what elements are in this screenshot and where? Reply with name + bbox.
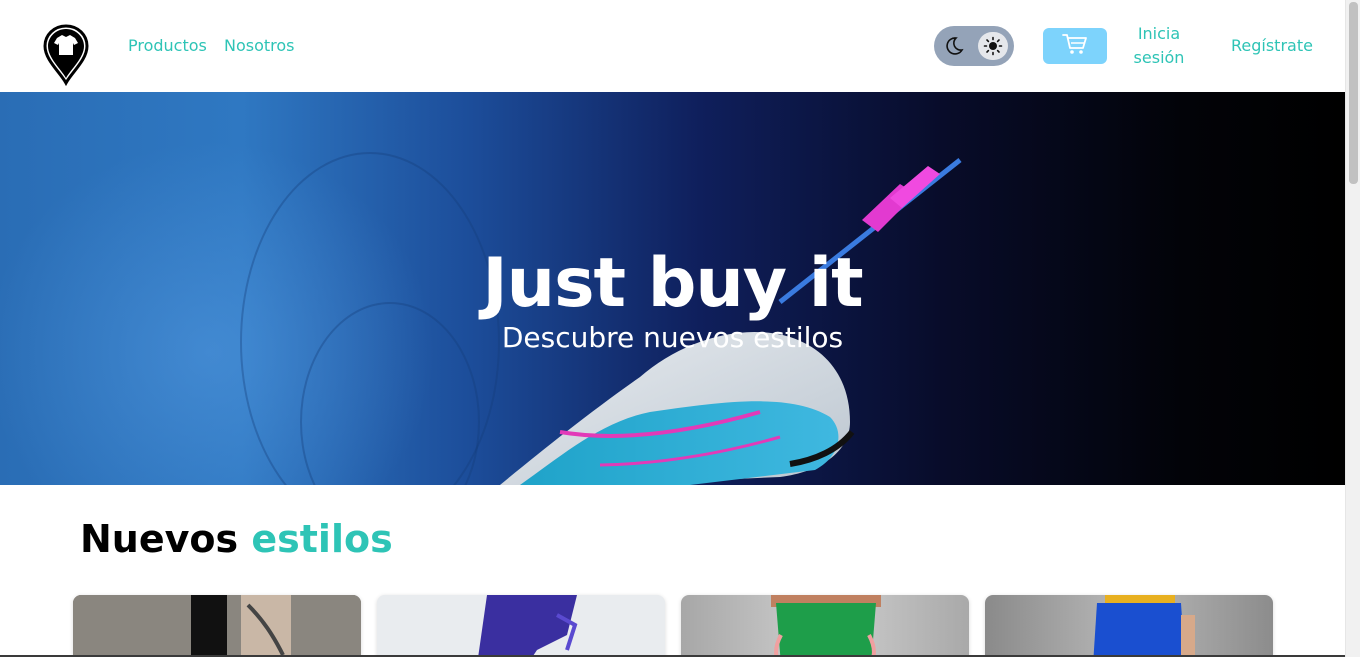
product-card[interactable] (985, 595, 1273, 657)
shirt-pin-logo-icon[interactable] (43, 24, 89, 87)
login-label-line1: Inicia (1137, 24, 1181, 43)
login-label-line2: sesión (1133, 48, 1185, 67)
product-card[interactable] (73, 595, 361, 657)
login-link[interactable]: Inicia sesión (1124, 22, 1194, 70)
product-card[interactable] (377, 595, 665, 657)
product-image (73, 595, 361, 657)
sun-icon (978, 32, 1008, 60)
nav-productos-link[interactable]: Productos (128, 36, 207, 55)
section-title-part1: Nuevos (80, 517, 239, 561)
nav-nosotros-link[interactable]: Nosotros (224, 36, 295, 55)
section-title: Nuevos estilos (80, 515, 393, 563)
site-header: Productos Nosotros Inicia sesión Regístr… (0, 0, 1345, 92)
product-card[interactable] (681, 595, 969, 657)
product-image (1093, 595, 1195, 657)
hero-banner: Just buy it Descubre nuevos estilos (0, 92, 1345, 485)
page-scrollbar[interactable] (1345, 0, 1360, 657)
theme-toggle[interactable] (934, 26, 1014, 66)
cart-icon (1062, 33, 1088, 59)
cart-button[interactable] (1043, 28, 1107, 64)
section-title-part2: estilos (251, 517, 393, 561)
moon-icon (943, 35, 965, 57)
page: Productos Nosotros Inicia sesión Regístr… (0, 0, 1345, 657)
scrollbar-thumb[interactable] (1349, 2, 1358, 184)
product-image (771, 595, 881, 657)
hero-subtitle: Descubre nuevos estilos (501, 321, 844, 354)
register-link[interactable]: Regístrate (1231, 36, 1313, 55)
product-image (377, 595, 665, 657)
hero-title: Just buy it (482, 244, 863, 323)
